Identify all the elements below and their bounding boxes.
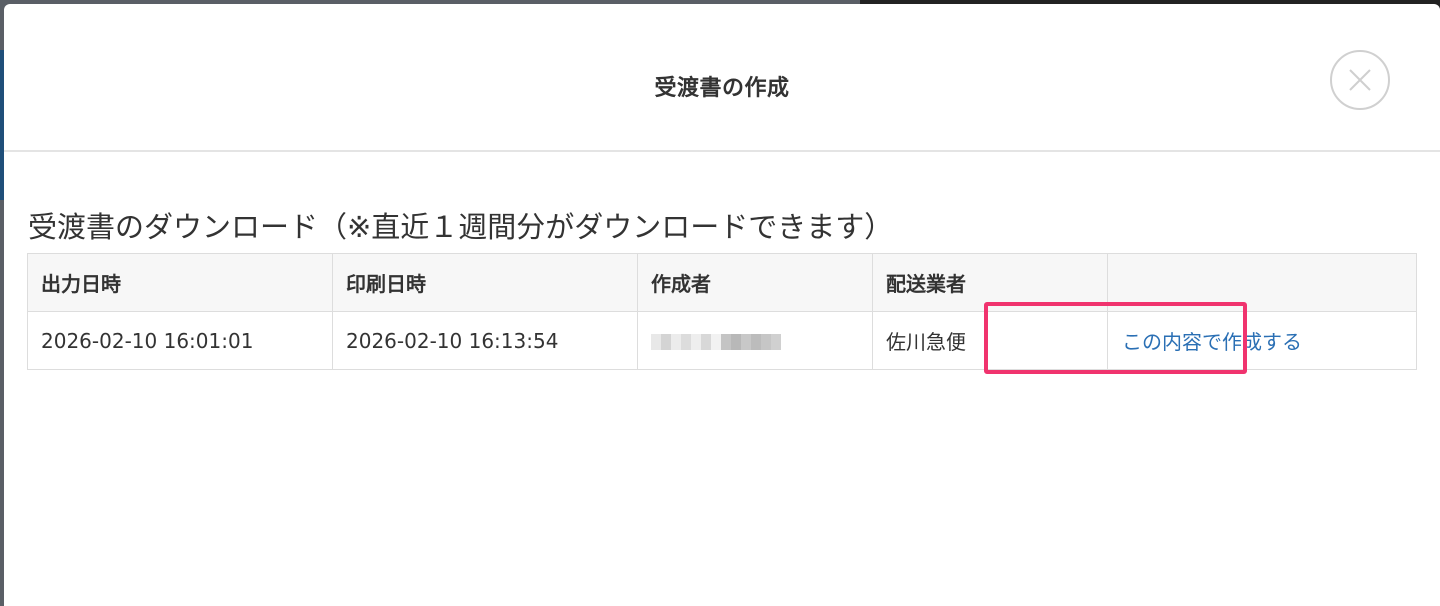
download-table: 出力日時 印刷日時 作成者 配送業者 2026-02-10 16:01:01 2… [27,253,1417,370]
header-action [1107,253,1417,312]
cell-action: この内容で作成する [1107,311,1417,370]
cell-creator [637,311,873,370]
modal-header: 受渡書の作成 [4,4,1440,152]
close-icon [1349,69,1371,91]
modal-title: 受渡書の作成 [654,76,790,101]
redacted-creator-name [651,334,781,350]
header-carrier: 配送業者 [872,253,1108,312]
table-header-row: 出力日時 印刷日時 作成者 配送業者 [27,253,1417,312]
section-heading: 受渡書のダウンロード（※直近１週間分がダウンロードできます） [28,210,894,244]
cell-carrier: 佐川急便 [872,311,1108,370]
table-row: 2026-02-10 16:01:01 2026-02-10 16:13:54 [27,311,1417,370]
modal-dialog: 受渡書の作成 受渡書のダウンロード（※直近１週間分がダウンロードできます） 出力… [4,4,1440,606]
close-button[interactable] [1330,50,1390,110]
header-print-datetime: 印刷日時 [332,253,638,312]
download-table-wrapper: 出力日時 印刷日時 作成者 配送業者 2026-02-10 16:01:01 2… [27,253,1417,370]
cell-output-datetime: 2026-02-10 16:01:01 [27,311,333,370]
create-with-this-content-link[interactable]: この内容で作成する [1122,330,1302,354]
cell-print-datetime: 2026-02-10 16:13:54 [332,311,638,370]
header-creator: 作成者 [637,253,873,312]
header-output-datetime: 出力日時 [27,253,333,312]
